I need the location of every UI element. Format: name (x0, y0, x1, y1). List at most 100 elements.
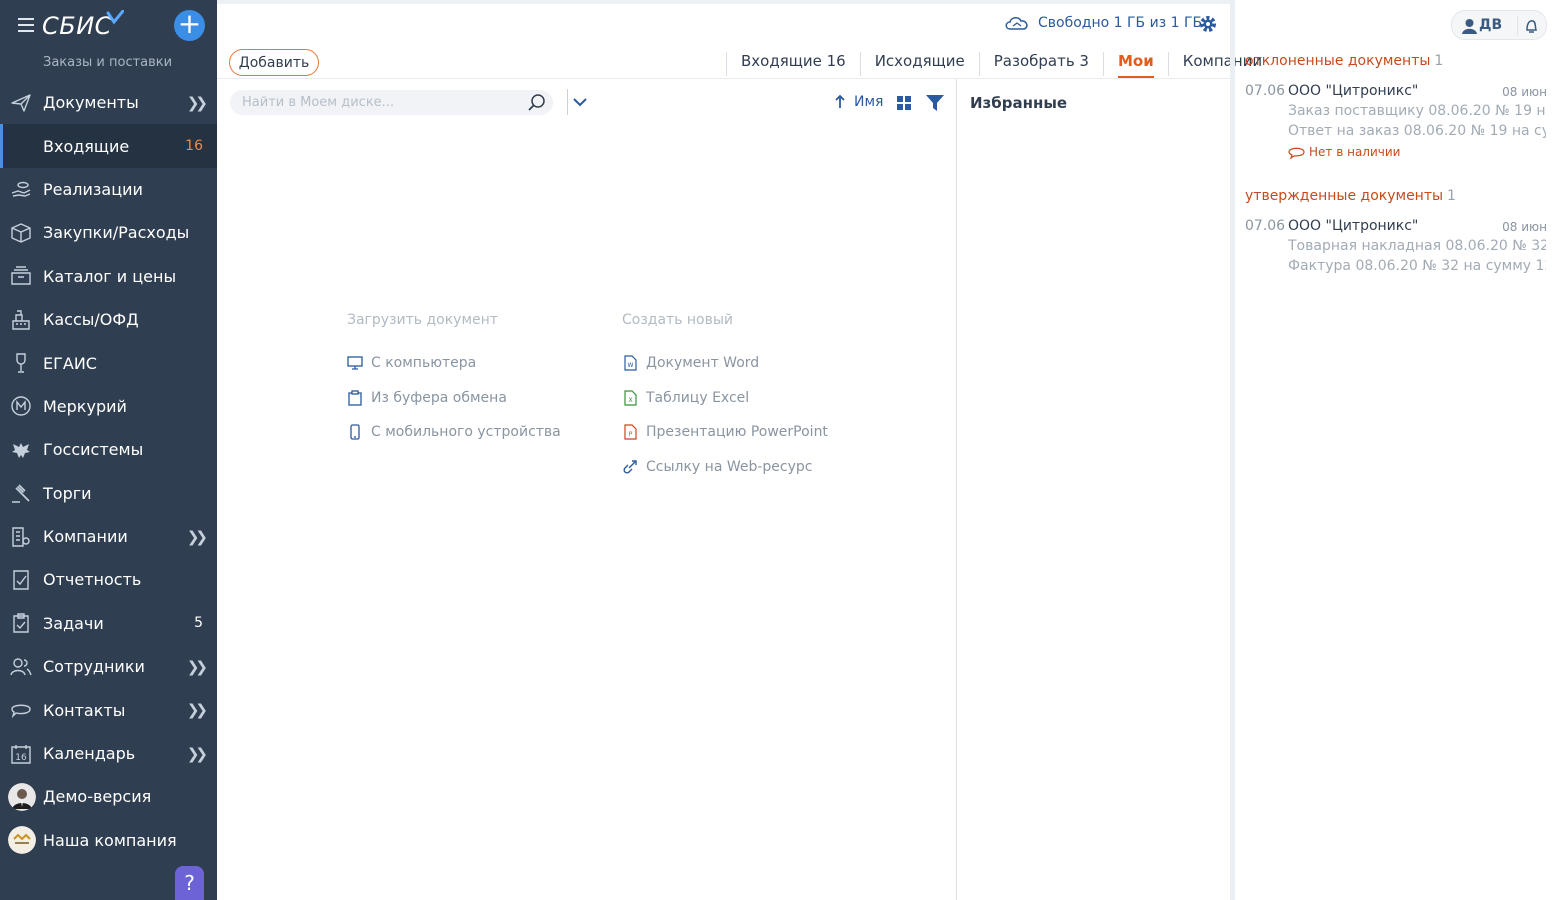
sidebar-item-catalog[interactable]: Каталог и цены (0, 255, 217, 298)
item-document-line: Ответ на заказ 08.06.20 № 19 на сумму (1288, 123, 1546, 139)
upload-from-mobile[interactable]: С мобильного устройства (347, 422, 561, 442)
section-title[interactable]: утвержденные документы 1 (1245, 188, 1545, 208)
create-new-block: Создать новый W Документ Word X Таблицу … (622, 312, 828, 492)
sidebar-item-documents[interactable]: Документы ❯❯ (0, 81, 217, 124)
item-date: 07.06 (1245, 218, 1286, 234)
add-button[interactable]: Добавить (229, 49, 319, 76)
tab-incoming[interactable]: Входящие 16 (726, 52, 860, 76)
sidebar-item-label: Контакты (43, 700, 126, 720)
upload-from-computer[interactable]: С компьютера (347, 353, 561, 373)
sidebar-header: СБИС + Заказы и поставки (0, 0, 217, 78)
app-logo[interactable]: СБИС (42, 12, 112, 40)
link-icon (623, 460, 637, 474)
sidebar-item-demo-user[interactable]: Демо-версия (0, 775, 217, 818)
expand-chevron-icon[interactable]: ❯❯ (187, 658, 208, 676)
clipboard-icon (348, 390, 362, 406)
storage-indicator[interactable]: Свободно 1 ГБ из 1 ГБ (1004, 14, 1202, 32)
sidebar-item-purchases[interactable]: Закупки/Расходы (0, 211, 217, 254)
word-icon: W (624, 355, 637, 371)
help-button[interactable]: ? (175, 866, 204, 900)
sidebar-item-calendar[interactable]: 16 Календарь ❯❯ (0, 732, 217, 775)
section-title-text: отклоненные документы (1245, 53, 1431, 69)
upload-title: Загрузить документ (347, 312, 498, 328)
sidebar-item-mercury[interactable]: Меркурий (0, 385, 217, 428)
action-label: Документ Word (646, 355, 760, 371)
expand-chevron-icon[interactable]: ❯❯ (187, 528, 208, 546)
sidebar-item-label: Календарь (43, 744, 136, 764)
expand-chevron-icon[interactable]: ❯❯ (187, 94, 208, 112)
list-item[interactable]: 07.06 ООО "Цитроникс" 08 июн Заказ поста… (1245, 83, 1547, 173)
user-chip[interactable]: ДВ (1451, 10, 1547, 40)
sidebar: СБИС + Заказы и поставки Документы ❯❯ Вх… (0, 0, 217, 900)
section-title[interactable]: отклоненные документы 1 (1245, 53, 1545, 73)
item-comment: Нет в наличии (1288, 145, 1400, 159)
catalog-icon (11, 266, 31, 285)
tab-mine[interactable]: Мои (1102, 52, 1168, 78)
sidebar-item-tenders[interactable]: Торги (0, 472, 217, 515)
powerpoint-icon: P (624, 424, 637, 440)
sidebar-item-reports[interactable]: Отчетность (0, 558, 217, 601)
gavel-icon (12, 484, 30, 504)
sidebar-item-gov-systems[interactable]: Госсистемы (0, 428, 217, 471)
expand-chevron-icon[interactable]: ❯❯ (187, 745, 208, 763)
sidebar-item-label: Отчетность (43, 570, 142, 590)
item-organization: ООО "Цитроникс" (1288, 218, 1419, 234)
incoming-count-badge: 16 (185, 138, 203, 155)
sidebar-item-label: Сотрудники (43, 657, 145, 677)
upload-from-clipboard[interactable]: Из буфера обмена (347, 388, 561, 408)
sidebar-item-sales[interactable]: Реализации (0, 168, 217, 211)
search-icon[interactable] (527, 93, 546, 112)
company-logo-icon (8, 826, 36, 855)
sidebar-item-label: Наша компания (43, 830, 177, 850)
grid-view-icon[interactable] (897, 96, 911, 110)
sidebar-item-employees[interactable]: Сотрудники ❯❯ (0, 645, 217, 688)
sidebar-item-label: Документы (43, 93, 139, 113)
search-input[interactable] (230, 90, 553, 115)
report-icon (13, 570, 29, 590)
chat-icon (11, 704, 31, 719)
sidebar-item-label: Входящие (43, 136, 130, 156)
create-web-link[interactable]: Ссылку на Web-ресурс (622, 457, 828, 477)
tab-to-sort[interactable]: Разобрать 3 (978, 52, 1103, 76)
gear-icon[interactable] (1198, 14, 1218, 34)
favorites-title: Избранные (970, 94, 1068, 112)
notification-bell-icon[interactable] (1524, 18, 1538, 34)
sidebar-item-incoming[interactable]: Входящие 16 (0, 124, 217, 169)
menu-icon[interactable] (18, 18, 34, 32)
sidebar-item-label: Компании (43, 527, 128, 547)
sidebar-item-our-company[interactable]: Наша компания (0, 819, 217, 862)
create-excel-table[interactable]: X Таблицу Excel (622, 388, 828, 408)
sidebar-item-tasks[interactable]: Задачи 5 (0, 602, 217, 645)
item-document-line: Фактура 08.06.20 № 32 на сумму 12 720 (1288, 258, 1546, 274)
arrow-up-icon (835, 94, 845, 108)
create-plus-button[interactable]: + (174, 10, 205, 41)
item-document-line: Заказ поставщику 08.06.20 № 19 на сумму (1288, 103, 1546, 119)
sidebar-item-label: ЕГАИС (43, 353, 97, 373)
sidebar-item-label: Задачи (43, 613, 104, 633)
item-date: 07.06 (1245, 83, 1286, 99)
action-label: Ссылку на Web-ресурс (646, 459, 813, 476)
sort-by-name-button[interactable]: Имя (834, 94, 883, 110)
comment-icon (1288, 147, 1305, 159)
expand-chevron-icon[interactable]: ❯❯ (187, 701, 208, 719)
sidebar-item-cash-registers[interactable]: Кассы/ОФД (0, 298, 217, 341)
chevron-down-icon[interactable] (572, 95, 588, 109)
storage-text: Свободно 1 ГБ из 1 ГБ (1038, 15, 1203, 31)
employees-icon (10, 658, 32, 676)
filter-icon[interactable] (925, 94, 945, 112)
sidebar-item-companies[interactable]: Компании ❯❯ (0, 515, 217, 558)
sidebar-item-contacts[interactable]: Контакты ❯❯ (0, 688, 217, 731)
search-divider (567, 89, 568, 115)
create-word-document[interactable]: W Документ Word (622, 353, 828, 373)
list-item[interactable]: 07.06 ООО "Цитроникс" 08 июн Товарная на… (1245, 218, 1547, 288)
sidebar-item-egais[interactable]: ЕГАИС (0, 341, 217, 384)
comment-text: Нет в наличии (1309, 145, 1401, 159)
section-count: 1 (1434, 53, 1444, 69)
create-powerpoint[interactable]: P Презентацию PowerPoint (622, 422, 828, 442)
item-time: 08 июн (1502, 220, 1547, 234)
tab-outgoing[interactable]: Исходящие (859, 52, 979, 76)
tasks-count-badge: 5 (194, 615, 203, 632)
action-label: С компьютера (371, 355, 477, 371)
sidebar-item-label: Кассы/ОФД (43, 310, 139, 330)
action-label: Таблицу Excel (646, 389, 750, 406)
